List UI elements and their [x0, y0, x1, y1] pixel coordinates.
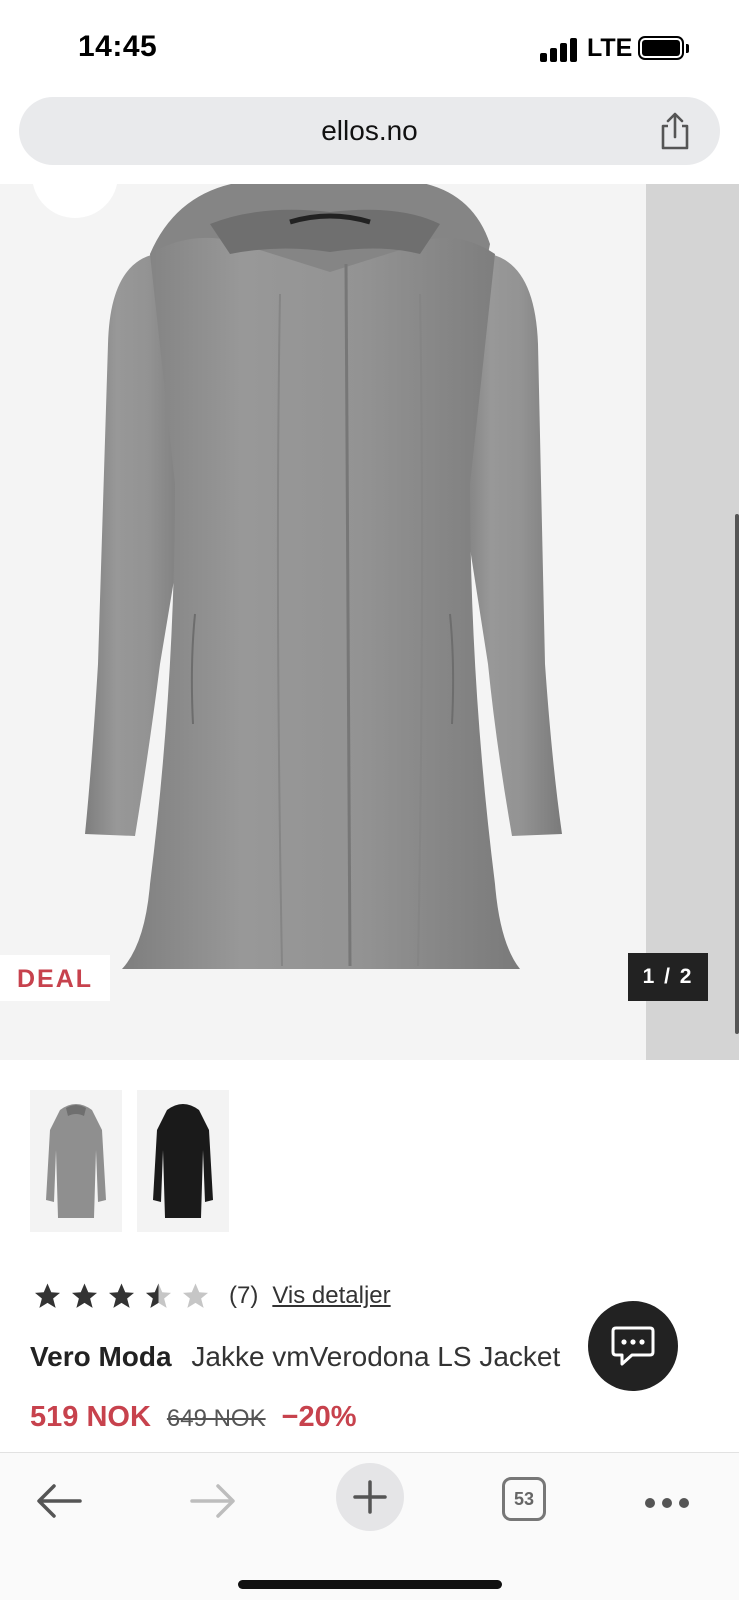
brand-name[interactable]: Vero Moda [30, 1341, 172, 1372]
new-tab-button[interactable] [336, 1463, 404, 1531]
plus-icon [353, 1480, 387, 1514]
star-icon-filled [109, 1283, 134, 1308]
rating-row: (7) Vis detaljer [32, 1280, 391, 1312]
chat-button[interactable] [588, 1301, 678, 1391]
home-indicator [238, 1580, 502, 1589]
review-count: (7) [229, 1282, 259, 1309]
back-arrow-icon[interactable] [36, 1483, 82, 1519]
thumbnail-black[interactable] [137, 1090, 229, 1232]
url-text[interactable]: ellos.no [19, 115, 720, 147]
battery-icon [638, 36, 684, 60]
current-price: 519 NOK [30, 1401, 151, 1433]
star-icon-filled [35, 1283, 60, 1308]
star-icon-half [146, 1283, 171, 1308]
star-icon-empty [183, 1283, 208, 1308]
forward-arrow-icon[interactable] [190, 1483, 236, 1519]
deal-badge: DEAL [0, 955, 110, 1001]
product-title: Vero Moda Jakke vmVerodona LS Jacket [30, 1341, 680, 1373]
product-image[interactable] [0, 184, 646, 1060]
original-price: 649 NOK [166, 1405, 266, 1432]
status-time: 14:45 [78, 30, 158, 63]
product-name: Jakke vmVerodona LS Jacket [191, 1341, 561, 1372]
product-image-carousel[interactable]: DEAL 1 / 2 [0, 184, 739, 1060]
chat-icon [611, 1326, 655, 1366]
address-bar[interactable]: ellos.no [19, 97, 720, 165]
browser-toolbar: 53 [0, 1452, 739, 1600]
next-image-peek[interactable] [646, 184, 739, 1060]
thumbnail-black-image [153, 1104, 213, 1218]
details-link[interactable]: Vis detaljer [272, 1282, 390, 1310]
carrier-label: LTE [587, 34, 633, 62]
thumbnail-grey-image [46, 1104, 106, 1218]
image-counter: 1 / 2 [628, 953, 708, 1001]
share-icon[interactable] [657, 111, 693, 151]
more-icon[interactable] [644, 1497, 690, 1509]
thumbnail-grey[interactable] [30, 1090, 122, 1232]
discount-label: −20% [281, 1401, 357, 1433]
tabs-button[interactable]: 53 [502, 1477, 546, 1521]
price-row: 519 NOK 649 NOK −20% [30, 1401, 357, 1434]
signal-icon [540, 38, 578, 62]
star-icon-filled [72, 1283, 97, 1308]
status-bar: 14:45 LTE [0, 0, 739, 92]
battery-tip [686, 44, 689, 53]
